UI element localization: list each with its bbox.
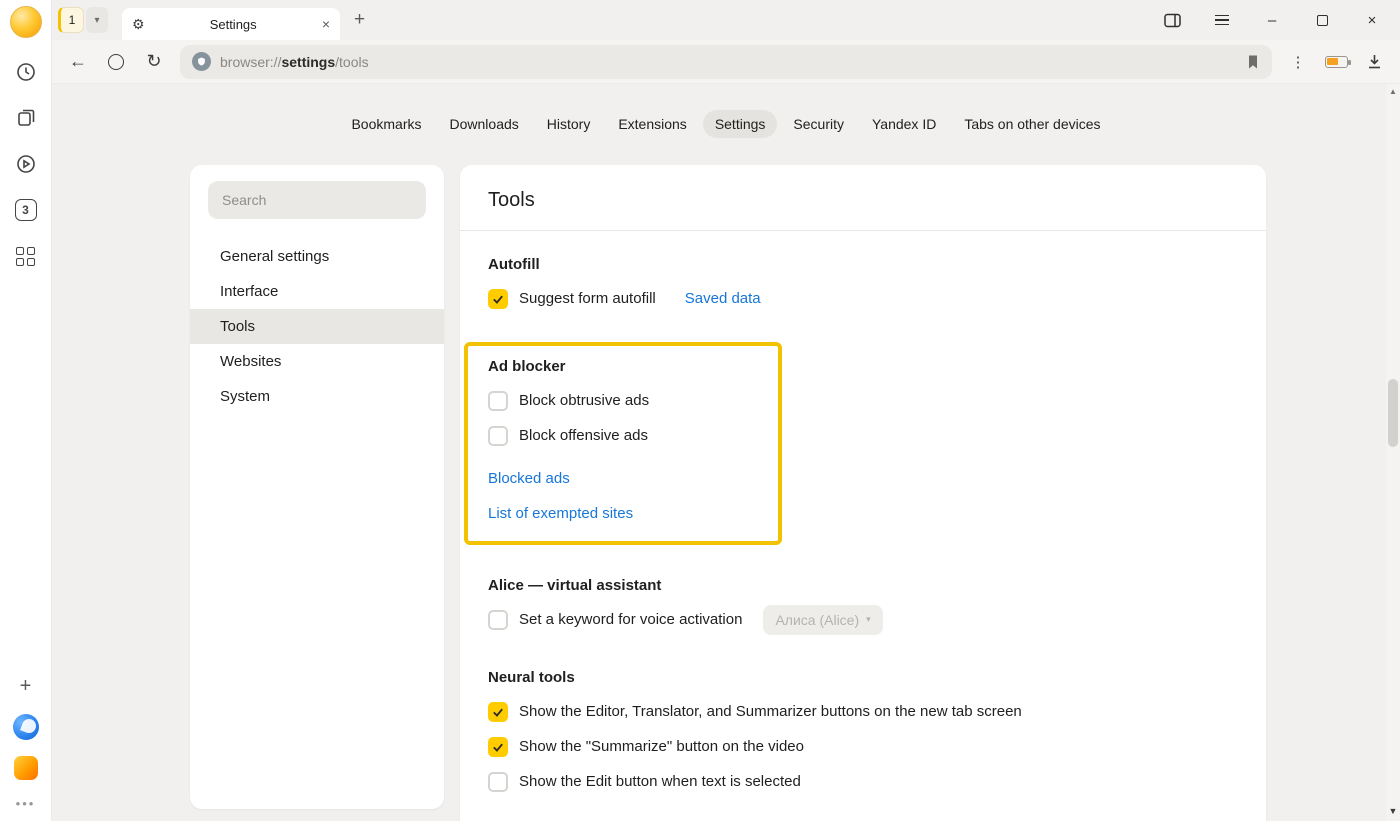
suggest-form-autofill-checkbox[interactable] <box>488 289 508 309</box>
block-obtrusive-ads-label: Block obtrusive ads <box>519 392 649 409</box>
saved-data-link[interactable]: Saved data <box>685 290 761 307</box>
maximize-button[interactable] <box>1312 10 1332 30</box>
nav-tabs-other-devices[interactable]: Tabs on other devices <box>952 110 1112 138</box>
bookmark-flag-icon[interactable] <box>1246 54 1260 70</box>
section-ad-blocker-highlighted: Ad blocker Block obtrusive ads <box>464 342 782 545</box>
tab-close-icon[interactable]: × <box>322 16 330 32</box>
scroll-up-icon[interactable]: ▲ <box>1389 84 1397 99</box>
nav-security[interactable]: Security <box>781 110 856 138</box>
navigation-toolbar: ← ↻ browser://settings/tools ⋮ <box>52 40 1400 84</box>
neural-tools-heading: Neural tools <box>488 669 1238 686</box>
close-window-button[interactable]: × <box>1362 10 1382 30</box>
block-offensive-ads-label: Block offensive ads <box>519 427 648 444</box>
settings-page: Bookmarks Downloads History Extensions S… <box>52 84 1400 821</box>
section-neural-tools: Neural tools Show the Editor, Translator… <box>488 669 1238 799</box>
yandex-app-icon[interactable] <box>14 756 38 780</box>
settings-search <box>208 181 426 219</box>
back-button[interactable]: ← <box>66 50 90 74</box>
yandex-browser-logo[interactable] <box>13 714 39 740</box>
voice-activation-keyword-label: Set a keyword for voice activation <box>519 611 742 628</box>
nav-extensions[interactable]: Extensions <box>606 110 698 138</box>
side-panel-icon[interactable] <box>1162 10 1182 30</box>
sidebar-item-system[interactable]: System <box>190 379 444 414</box>
apps-grid-icon[interactable] <box>14 244 38 268</box>
downloads-icon[interactable] <box>1362 50 1386 74</box>
site-security-shield-icon[interactable] <box>192 52 211 71</box>
nav-history[interactable]: History <box>535 110 603 138</box>
browser-side-rail: 3 + ••• <box>0 0 52 821</box>
minimize-button[interactable]: – <box>1262 10 1282 30</box>
ad-blocker-heading: Ad blocker <box>488 358 762 375</box>
toolbar-more-icon[interactable]: ⋮ <box>1286 50 1310 74</box>
address-bar[interactable]: browser://settings/tools <box>180 45 1272 79</box>
suggest-form-autofill-label: Suggest form autofill <box>519 290 656 307</box>
browser-menu-icon[interactable] <box>1212 10 1232 30</box>
sidebar-item-websites[interactable]: Websites <box>190 344 444 379</box>
show-editor-translator-summarizer-label: Show the Editor, Translator, and Summari… <box>519 703 1022 720</box>
nav-settings[interactable]: Settings <box>703 110 778 138</box>
show-edit-button-checkbox[interactable] <box>488 772 508 792</box>
alice-heading: Alice — virtual assistant <box>488 577 1238 594</box>
more-rail-items-icon[interactable]: ••• <box>16 796 36 811</box>
settings-favicon-gear-icon: ⚙ <box>132 16 145 33</box>
scroll-down-icon[interactable]: ▼ <box>1389 803 1398 819</box>
nav-yandex-id[interactable]: Yandex ID <box>860 110 948 138</box>
sidebar-item-general-settings[interactable]: General settings <box>190 239 444 274</box>
blocked-ads-link[interactable]: Blocked ads <box>488 470 570 487</box>
settings-search-input[interactable] <box>208 181 426 219</box>
battery-indicator[interactable] <box>1324 50 1348 74</box>
tab-group-counter[interactable]: 1 <box>58 7 84 33</box>
show-summarize-video-label: Show the "Summarize" button on the video <box>519 738 804 755</box>
new-tab-button[interactable]: + <box>354 9 365 31</box>
section-autofill: Autofill Suggest form autofill Saved dat… <box>488 256 1238 316</box>
browser-window: 3 + ••• 1 ▾ ⚙ Settings × + <box>0 0 1400 821</box>
page-title: Tools <box>488 189 1238 212</box>
sidebar-item-interface[interactable]: Interface <box>190 274 444 309</box>
settings-sidebar-card: General settings Interface Tools Website… <box>190 165 444 809</box>
yandex-id-icon[interactable] <box>104 50 128 74</box>
alice-keyword-dropdown[interactable]: Алиса (Alice) ▾ <box>763 605 882 635</box>
settings-top-nav: Bookmarks Downloads History Extensions S… <box>52 84 1400 138</box>
scrollbar-thumb[interactable] <box>1388 379 1398 447</box>
page-scrollbar[interactable]: ▲ ▼ <box>1386 84 1400 821</box>
neural-row-summarize-video: Show the "Summarize" button on the video <box>488 729 1238 764</box>
url-text: browser://settings/tools <box>220 54 1237 70</box>
show-editor-translator-summarizer-checkbox[interactable] <box>488 702 508 722</box>
tab-bar: 1 ▾ ⚙ Settings × + – × <box>52 0 1400 40</box>
alice-keyword-row: Set a keyword for voice activation Алиса… <box>488 602 1238 637</box>
tab-settings[interactable]: ⚙ Settings × <box>122 8 340 40</box>
tab-group-chevron-icon[interactable]: ▾ <box>86 7 108 33</box>
media-play-icon[interactable] <box>14 152 38 176</box>
bookmarks-collections-icon[interactable] <box>14 106 38 130</box>
block-obtrusive-ads-row: Block obtrusive ads <box>488 383 762 418</box>
history-icon[interactable] <box>14 60 38 84</box>
voice-activation-keyword-checkbox[interactable] <box>488 610 508 630</box>
neural-row-editor-buttons: Show the Editor, Translator, and Summari… <box>488 694 1238 729</box>
autofill-heading: Autofill <box>488 256 1238 273</box>
alice-avatar[interactable] <box>10 6 42 38</box>
chevron-down-icon: ▾ <box>866 614 871 625</box>
neural-row-edit-button: Show the Edit button when text is select… <box>488 764 1238 799</box>
section-alice: Alice — virtual assistant Set a keyword … <box>488 577 1238 637</box>
downloads-count-badge[interactable]: 3 <box>14 198 38 222</box>
reload-button[interactable]: ↻ <box>142 50 166 74</box>
block-obtrusive-ads-checkbox[interactable] <box>488 391 508 411</box>
add-panel-icon[interactable]: + <box>14 674 38 698</box>
nav-downloads[interactable]: Downloads <box>438 110 531 138</box>
block-offensive-ads-row: Block offensive ads <box>488 418 762 453</box>
window-controls: – × <box>1162 10 1390 30</box>
tools-settings-card: Tools Autofill Suggest form autofill <box>460 165 1266 821</box>
block-offensive-ads-checkbox[interactable] <box>488 426 508 446</box>
show-edit-button-label: Show the Edit button when text is select… <box>519 773 801 790</box>
tab-title: Settings <box>153 17 314 32</box>
autofill-row: Suggest form autofill Saved data <box>488 281 1238 316</box>
sidebar-item-tools[interactable]: Tools <box>190 309 444 344</box>
show-summarize-video-checkbox[interactable] <box>488 737 508 757</box>
nav-bookmarks[interactable]: Bookmarks <box>339 110 433 138</box>
list-of-exempted-sites-link[interactable]: List of exempted sites <box>488 505 633 522</box>
